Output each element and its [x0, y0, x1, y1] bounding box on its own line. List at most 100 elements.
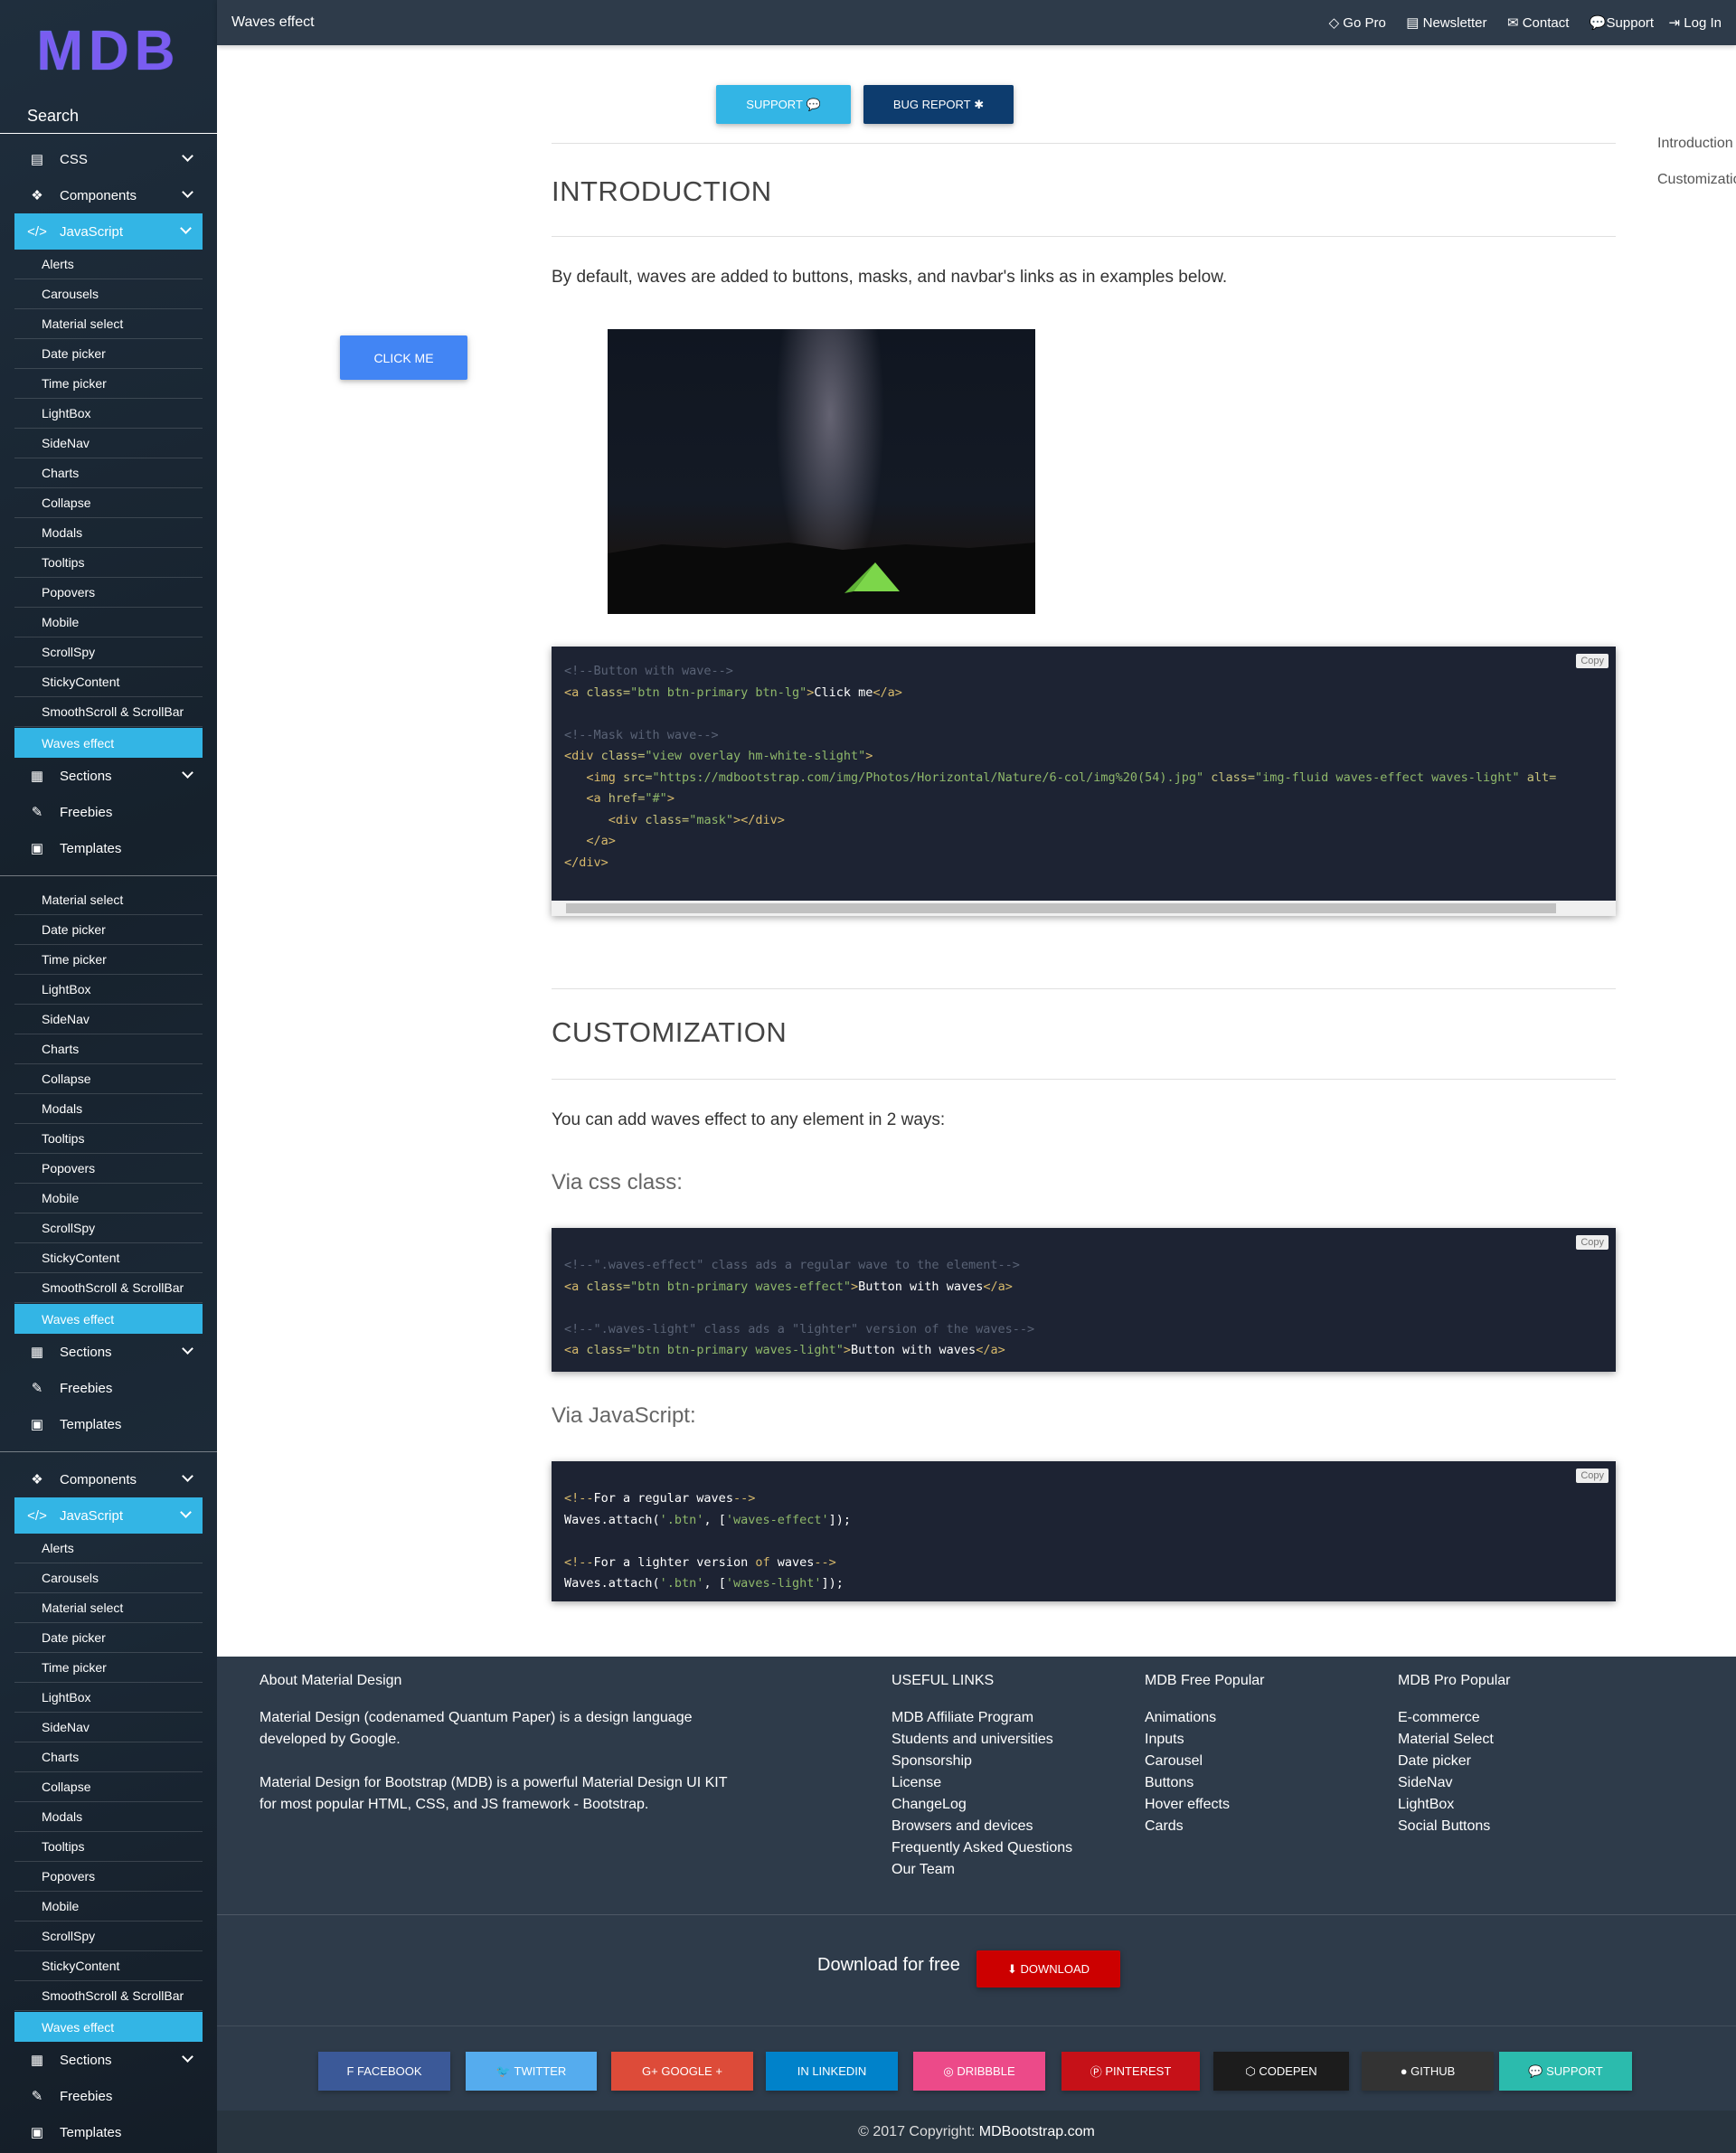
footer-link[interactable]: LightBox — [1398, 1794, 1511, 1816]
go-pro-link[interactable]: ◇ Go Pro — [1329, 15, 1386, 31]
contact-link[interactable]: ✉ Contact — [1507, 15, 1569, 31]
footer-link[interactable]: Date picker — [1398, 1751, 1511, 1772]
click-me-button[interactable]: CLICK ME — [340, 335, 467, 380]
sidebar-item-lightbox[interactable]: LightBox — [14, 975, 203, 1005]
sidebar-item-time-picker[interactable]: Time picker — [14, 945, 203, 975]
footer-link[interactable]: Students and universities — [892, 1729, 1072, 1751]
sidebar-item-charts[interactable]: Charts — [14, 1742, 203, 1772]
sidebar-category-components[interactable]: ❖ Components — [0, 177, 217, 213]
sidebar-category-freebies[interactable]: ✎ Freebies — [0, 794, 217, 830]
sidebar-category-javascript[interactable]: </> JavaScript — [14, 213, 203, 250]
pinterest-button[interactable]: ⓟ PINTEREST — [1061, 2052, 1200, 2091]
sidebar-item-stickycontent[interactable]: StickyContent — [14, 1243, 203, 1273]
sidebar-item-popovers[interactable]: Popovers — [14, 1862, 203, 1892]
sidebar-category-sections[interactable]: ▦ Sections — [0, 2042, 217, 2078]
footer-link[interactable]: Animations — [1145, 1707, 1265, 1729]
sidebar-item-carousels[interactable]: Carousels — [14, 1563, 203, 1593]
sidebar-category-templates[interactable]: ▣ Templates — [0, 2114, 217, 2150]
sidebar-item-material-select[interactable]: Material select — [14, 309, 203, 339]
github-button[interactable]: ● GITHUB — [1362, 2052, 1494, 2091]
sidebar-item-material-select[interactable]: Material select — [14, 885, 203, 915]
scrollbar-thumb[interactable] — [566, 903, 1556, 913]
footer-link[interactable]: Browsers and devices — [892, 1816, 1072, 1837]
support-button[interactable]: SUPPORT 💬 — [716, 85, 851, 124]
footer-link[interactable]: Our Team — [892, 1859, 1072, 1881]
sidebar-item-popovers[interactable]: Popovers — [14, 1154, 203, 1184]
mdb-logo[interactable]: MDB — [0, 0, 217, 101]
footer-link[interactable]: MDB Affiliate Program — [892, 1707, 1072, 1729]
sidebar-item-date-picker[interactable]: Date picker — [14, 1623, 203, 1653]
sidebar-category-freebies[interactable]: ✎ Freebies — [0, 1370, 217, 1406]
sidebar-item-stickycontent[interactable]: StickyContent — [14, 1951, 203, 1981]
login-link[interactable]: ⇥ Log In — [1669, 15, 1722, 31]
sidebar-item-date-picker[interactable]: Date picker — [14, 339, 203, 369]
sidebar-item-alerts[interactable]: Alerts — [14, 250, 203, 279]
facebook-button[interactable]: f FACEBOOK — [318, 2052, 450, 2091]
sidebar-item-stickycontent[interactable]: StickyContent — [14, 667, 203, 697]
footer-link[interactable]: E-commerce — [1398, 1707, 1511, 1729]
support-link[interactable]: 💬Support — [1590, 15, 1654, 31]
sidebar-category-sections[interactable]: ▦ Sections — [0, 758, 217, 794]
sidebar-category-templates[interactable]: ▣ Templates — [0, 830, 217, 866]
sidebar-item-tooltips[interactable]: Tooltips — [14, 548, 203, 578]
horizontal-scrollbar[interactable] — [552, 901, 1616, 916]
toc-link-customization[interactable]: Customization — [1657, 172, 1736, 188]
sidebar-item-waves-effect[interactable]: Waves effect — [14, 1304, 203, 1334]
copy-button[interactable]: Copy — [1576, 1468, 1609, 1483]
sidebar-item-carousels[interactable]: Carousels — [14, 279, 203, 309]
copy-button[interactable]: Copy — [1576, 654, 1609, 668]
copy-button[interactable]: Copy — [1576, 1235, 1609, 1250]
sidebar-item-alerts[interactable]: Alerts — [14, 1534, 203, 1563]
footer-link[interactable]: Hover effects — [1145, 1794, 1265, 1816]
footer-link[interactable]: ChangeLog — [892, 1794, 1072, 1816]
codepen-button[interactable]: ⬡ CODEPEN — [1213, 2052, 1349, 2091]
footer-link[interactable]: Cards — [1145, 1816, 1265, 1837]
sidebar-item-sidenav[interactable]: SideNav — [14, 1005, 203, 1034]
sidebar-item-mobile[interactable]: Mobile — [14, 1892, 203, 1922]
toc-link-introduction[interactable]: Introduction — [1657, 136, 1736, 152]
sidebar-item-modals[interactable]: Modals — [14, 1802, 203, 1832]
sidebar-item-scrollspy[interactable]: ScrollSpy — [14, 1922, 203, 1951]
sidebar-item-charts[interactable]: Charts — [14, 458, 203, 488]
footer-link[interactable]: License — [892, 1772, 1072, 1794]
copyright-link[interactable]: MDBootstrap.com — [979, 2124, 1095, 2140]
sidebar-item-date-picker[interactable]: Date picker — [14, 915, 203, 945]
sidebar-category-css[interactable]: ▤ CSS — [0, 141, 217, 177]
sidebar-item-collapse[interactable]: Collapse — [14, 1772, 203, 1802]
twitter-button[interactable]: 🐦 TWITTER — [466, 2052, 597, 2091]
sidebar-item-waves-effect[interactable]: Waves effect — [14, 728, 203, 758]
footer-link[interactable]: SideNav — [1398, 1772, 1511, 1794]
sidebar-category-templates[interactable]: ▣ Templates — [0, 1406, 217, 1442]
sidebar-item-modals[interactable]: Modals — [14, 1094, 203, 1124]
search-field[interactable]: Search — [0, 101, 217, 134]
sidebar-category-freebies[interactable]: ✎ Freebies — [0, 2078, 217, 2114]
google-plus-button[interactable]: G+ GOOGLE + — [611, 2052, 753, 2091]
linkedin-button[interactable]: in LINKEDIN — [766, 2052, 898, 2091]
sidebar-item-time-picker[interactable]: Time picker — [14, 369, 203, 399]
sidebar-item-waves-effect[interactable]: Waves effect — [14, 2012, 203, 2042]
sidebar-item-smoothscroll-scrollbar[interactable]: SmoothScroll & ScrollBar — [14, 1981, 203, 2011]
support-button-footer[interactable]: 💬 SUPPORT — [1499, 2052, 1632, 2091]
sidebar-item-mobile[interactable]: Mobile — [14, 608, 203, 637]
footer-link[interactable]: Carousel — [1145, 1751, 1265, 1772]
sidebar-item-scrollspy[interactable]: ScrollSpy — [14, 637, 203, 667]
footer-link[interactable]: Inputs — [1145, 1729, 1265, 1751]
sidebar-item-sidenav[interactable]: SideNav — [14, 429, 203, 458]
footer-link[interactable]: Frequently Asked Questions — [892, 1837, 1072, 1859]
dribbble-button[interactable]: ◎ DRIBBBLE — [913, 2052, 1045, 2091]
footer-link[interactable]: Social Buttons — [1398, 1816, 1511, 1837]
night-sky-image[interactable] — [608, 329, 1035, 614]
sidebar-category-sections[interactable]: ▦ Sections — [0, 1334, 217, 1370]
sidebar-item-smoothscroll-scrollbar[interactable]: SmoothScroll & ScrollBar — [14, 1273, 203, 1303]
sidebar-item-lightbox[interactable]: LightBox — [14, 399, 203, 429]
sidebar-item-scrollspy[interactable]: ScrollSpy — [14, 1213, 203, 1243]
footer-link[interactable]: Buttons — [1145, 1772, 1265, 1794]
sidebar-item-tooltips[interactable]: Tooltips — [14, 1832, 203, 1862]
sidebar-item-popovers[interactable]: Popovers — [14, 578, 203, 608]
sidebar-category-components[interactable]: ❖ Components — [0, 1461, 217, 1497]
sidebar-item-modals[interactable]: Modals — [14, 518, 203, 548]
sidebar-item-charts[interactable]: Charts — [14, 1034, 203, 1064]
sidebar-item-lightbox[interactable]: LightBox — [14, 1683, 203, 1713]
footer-link[interactable]: Material Select — [1398, 1729, 1511, 1751]
sidebar-item-mobile[interactable]: Mobile — [14, 1184, 203, 1213]
